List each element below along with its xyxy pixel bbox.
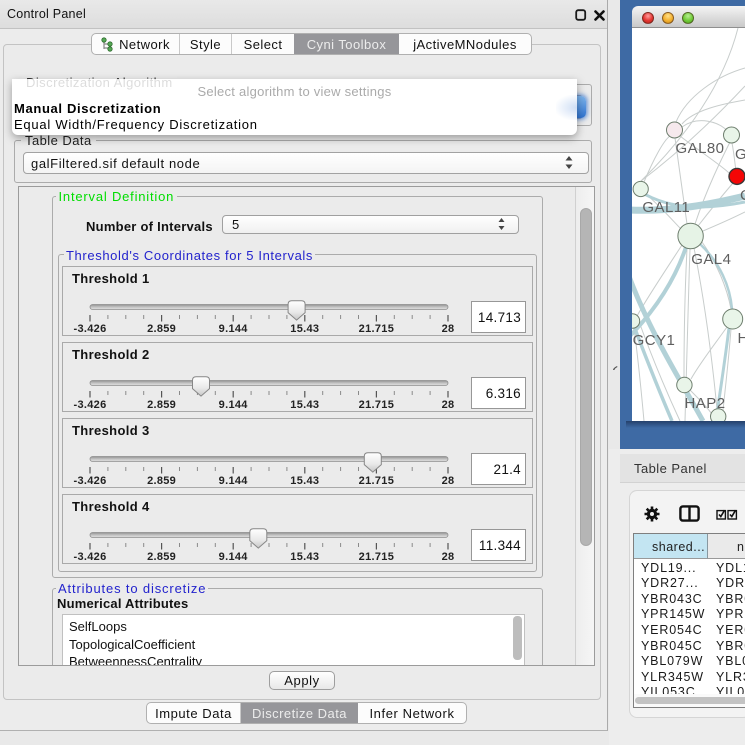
svg-text:21.715: 21.715 [359, 323, 394, 335]
svg-text:28: 28 [442, 551, 455, 563]
svg-text:HAP2: HAP2 [685, 395, 726, 412]
svg-text:9.144: 9.144 [219, 323, 249, 335]
svg-text:GA: GA [735, 146, 745, 163]
svg-text:9.144: 9.144 [219, 475, 249, 487]
svg-text:28: 28 [442, 475, 455, 487]
svg-text:15.43: 15.43 [290, 475, 319, 487]
svg-text:2.859: 2.859 [147, 323, 176, 335]
svg-text:2.859: 2.859 [147, 399, 176, 411]
svg-text:-3.426: -3.426 [74, 475, 107, 487]
svg-text:GAL4: GAL4 [691, 251, 731, 268]
svg-text:2.859: 2.859 [147, 475, 176, 487]
svg-text:-3.426: -3.426 [74, 323, 107, 335]
svg-text:-3.426: -3.426 [74, 399, 107, 411]
svg-text:21.715: 21.715 [359, 551, 394, 563]
svg-text:9.144: 9.144 [219, 399, 249, 411]
svg-text:28: 28 [442, 399, 455, 411]
svg-text:15.43: 15.43 [290, 323, 319, 335]
svg-text:2.859: 2.859 [147, 551, 176, 563]
svg-text:15.43: 15.43 [290, 551, 319, 563]
svg-text:GAL11: GAL11 [642, 199, 690, 216]
svg-text:GCY1: GCY1 [633, 332, 676, 349]
svg-text:21.715: 21.715 [359, 399, 394, 411]
svg-text:15.43: 15.43 [290, 399, 319, 411]
svg-text:-3.426: -3.426 [74, 551, 107, 563]
svg-text:28: 28 [442, 323, 455, 335]
svg-text:GAL80: GAL80 [676, 140, 725, 157]
svg-text:21.715: 21.715 [359, 475, 394, 487]
svg-text:H: H [738, 330, 745, 347]
svg-text:C: C [740, 187, 745, 204]
svg-text:9.144: 9.144 [219, 551, 249, 563]
